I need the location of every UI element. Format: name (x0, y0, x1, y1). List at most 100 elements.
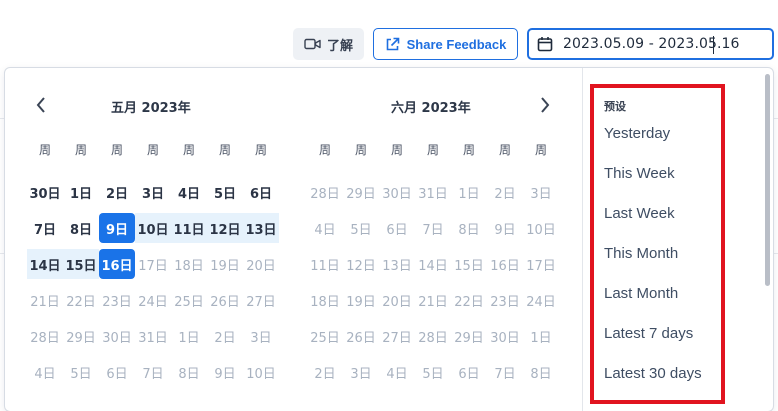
day-cell[interactable]: 21日 (415, 285, 451, 315)
day-cell-in-range[interactable]: 14日 (27, 249, 63, 279)
day-cell[interactable]: 27日 (379, 321, 415, 351)
day-cell[interactable]: 6日 (379, 213, 415, 243)
day-cell[interactable]: 11日 (307, 249, 343, 279)
day-cell[interactable]: 30日 (379, 177, 415, 207)
day-cell[interactable]: 2日 (99, 177, 135, 207)
day-cell[interactable]: 5日 (63, 357, 99, 387)
date-range-input[interactable]: 2023.05.09 - 2023.05.16 (527, 28, 774, 60)
day-cell-selected[interactable]: 9日 (99, 213, 135, 243)
day-cell[interactable]: 23日 (99, 285, 135, 315)
day-cell[interactable]: 31日 (135, 321, 171, 351)
next-month-arrow-icon[interactable] (539, 96, 551, 118)
day-cell[interactable]: 22日 (63, 285, 99, 315)
day-cell[interactable]: 8日 (523, 357, 559, 387)
day-cell[interactable]: 16日 (487, 249, 523, 279)
day-cell[interactable]: 8日 (451, 213, 487, 243)
day-cell[interactable]: 1日 (451, 177, 487, 207)
day-cell[interactable]: 7日 (487, 357, 523, 387)
day-cell[interactable]: 24日 (135, 285, 171, 315)
day-cell[interactable]: 3日 (523, 177, 559, 207)
day-cell[interactable]: 2日 (487, 177, 523, 207)
week-row: 28日 29日 30日 31日 1日 2日 3日 (27, 318, 279, 354)
day-cell[interactable]: 10日 (523, 213, 559, 243)
day-cell[interactable]: 5日 (207, 177, 243, 207)
day-cell[interactable]: 31日 (415, 177, 451, 207)
day-cell[interactable]: 28日 (307, 177, 343, 207)
day-cell[interactable]: 8日 (63, 213, 99, 243)
preset-this-week[interactable]: This Week (604, 165, 675, 182)
prev-month-arrow-icon[interactable] (35, 96, 47, 118)
day-cell[interactable]: 17日 (135, 249, 171, 279)
day-cell[interactable]: 8日 (171, 357, 207, 387)
day-cell[interactable]: 13日 (379, 249, 415, 279)
day-cell[interactable]: 26日 (343, 321, 379, 351)
day-cell[interactable]: 4日 (171, 177, 207, 207)
day-cell[interactable]: 5日 (415, 357, 451, 387)
day-cell[interactable]: 10日 (243, 357, 279, 387)
day-cell[interactable]: 22日 (451, 285, 487, 315)
day-cell[interactable]: 3日 (243, 321, 279, 351)
day-cell[interactable]: 21日 (27, 285, 63, 315)
day-cell[interactable]: 6日 (243, 177, 279, 207)
day-cell[interactable]: 25日 (171, 285, 207, 315)
day-cell[interactable]: 29日 (63, 321, 99, 351)
day-cell[interactable]: 1日 (171, 321, 207, 351)
day-cell-in-range[interactable]: 15日 (63, 249, 99, 279)
day-cell[interactable]: 30日 (99, 321, 135, 351)
preset-this-month[interactable]: This Month (604, 245, 678, 262)
day-cell[interactable]: 1日 (63, 177, 99, 207)
preset-latest-30-days[interactable]: Latest 30 days (604, 365, 702, 382)
day-cell[interactable]: 14日 (415, 249, 451, 279)
share-feedback-button[interactable]: Share Feedback (373, 28, 518, 60)
day-cell[interactable]: 4日 (379, 357, 415, 387)
preset-last-month[interactable]: Last Month (604, 285, 678, 302)
day-cell-in-range[interactable]: 11日 (171, 213, 207, 243)
learn-button[interactable]: 了解 (293, 28, 364, 60)
day-cell[interactable]: 9日 (487, 213, 523, 243)
day-cell[interactable]: 6日 (99, 357, 135, 387)
day-cell[interactable]: 19日 (343, 285, 379, 315)
day-cell[interactable]: 12日 (343, 249, 379, 279)
preset-latest-7-days[interactable]: Latest 7 days (604, 325, 693, 342)
day-cell[interactable]: 3日 (135, 177, 171, 207)
day-cell[interactable]: 19日 (207, 249, 243, 279)
day-cell[interactable]: 7日 (27, 213, 63, 243)
day-cell[interactable]: 15日 (451, 249, 487, 279)
day-cell[interactable]: 9日 (207, 357, 243, 387)
day-cell-in-range[interactable]: 13日 (243, 213, 279, 243)
weekday-header-may: 周 周 周 周 周 周 周 (27, 141, 279, 158)
day-cell-in-range[interactable]: 10日 (135, 213, 171, 243)
day-cell[interactable]: 28日 (415, 321, 451, 351)
day-cell[interactable]: 5日 (343, 213, 379, 243)
day-cell[interactable]: 7日 (135, 357, 171, 387)
day-cell[interactable]: 17日 (523, 249, 559, 279)
day-cell[interactable]: 4日 (27, 357, 63, 387)
day-cell[interactable]: 25日 (307, 321, 343, 351)
weekday-label: 周 (182, 143, 195, 157)
day-cell[interactable]: 6日 (451, 357, 487, 387)
day-cell[interactable]: 2日 (207, 321, 243, 351)
day-cell[interactable]: 1日 (523, 321, 559, 351)
day-cell[interactable]: 29日 (451, 321, 487, 351)
day-cell-in-range[interactable]: 12日 (207, 213, 243, 243)
day-cell-selected[interactable]: 16日 (99, 249, 135, 279)
preset-yesterday[interactable]: Yesterday (604, 125, 670, 142)
day-cell[interactable]: 27日 (243, 285, 279, 315)
day-cell[interactable]: 29日 (343, 177, 379, 207)
day-cell[interactable]: 18日 (307, 285, 343, 315)
day-cell[interactable]: 18日 (171, 249, 207, 279)
day-cell[interactable]: 3日 (343, 357, 379, 387)
day-cell[interactable]: 30日 (487, 321, 523, 351)
presets-scrollbar[interactable] (765, 74, 770, 286)
day-cell[interactable]: 7日 (415, 213, 451, 243)
day-cell[interactable]: 26日 (207, 285, 243, 315)
day-cell[interactable]: 30日 (27, 177, 63, 207)
day-cell[interactable]: 23日 (487, 285, 523, 315)
day-cell[interactable]: 2日 (307, 357, 343, 387)
day-cell[interactable]: 4日 (307, 213, 343, 243)
preset-last-week[interactable]: Last Week (604, 205, 675, 222)
day-cell[interactable]: 28日 (27, 321, 63, 351)
day-cell[interactable]: 20日 (379, 285, 415, 315)
day-cell[interactable]: 20日 (243, 249, 279, 279)
day-cell[interactable]: 24日 (523, 285, 559, 315)
